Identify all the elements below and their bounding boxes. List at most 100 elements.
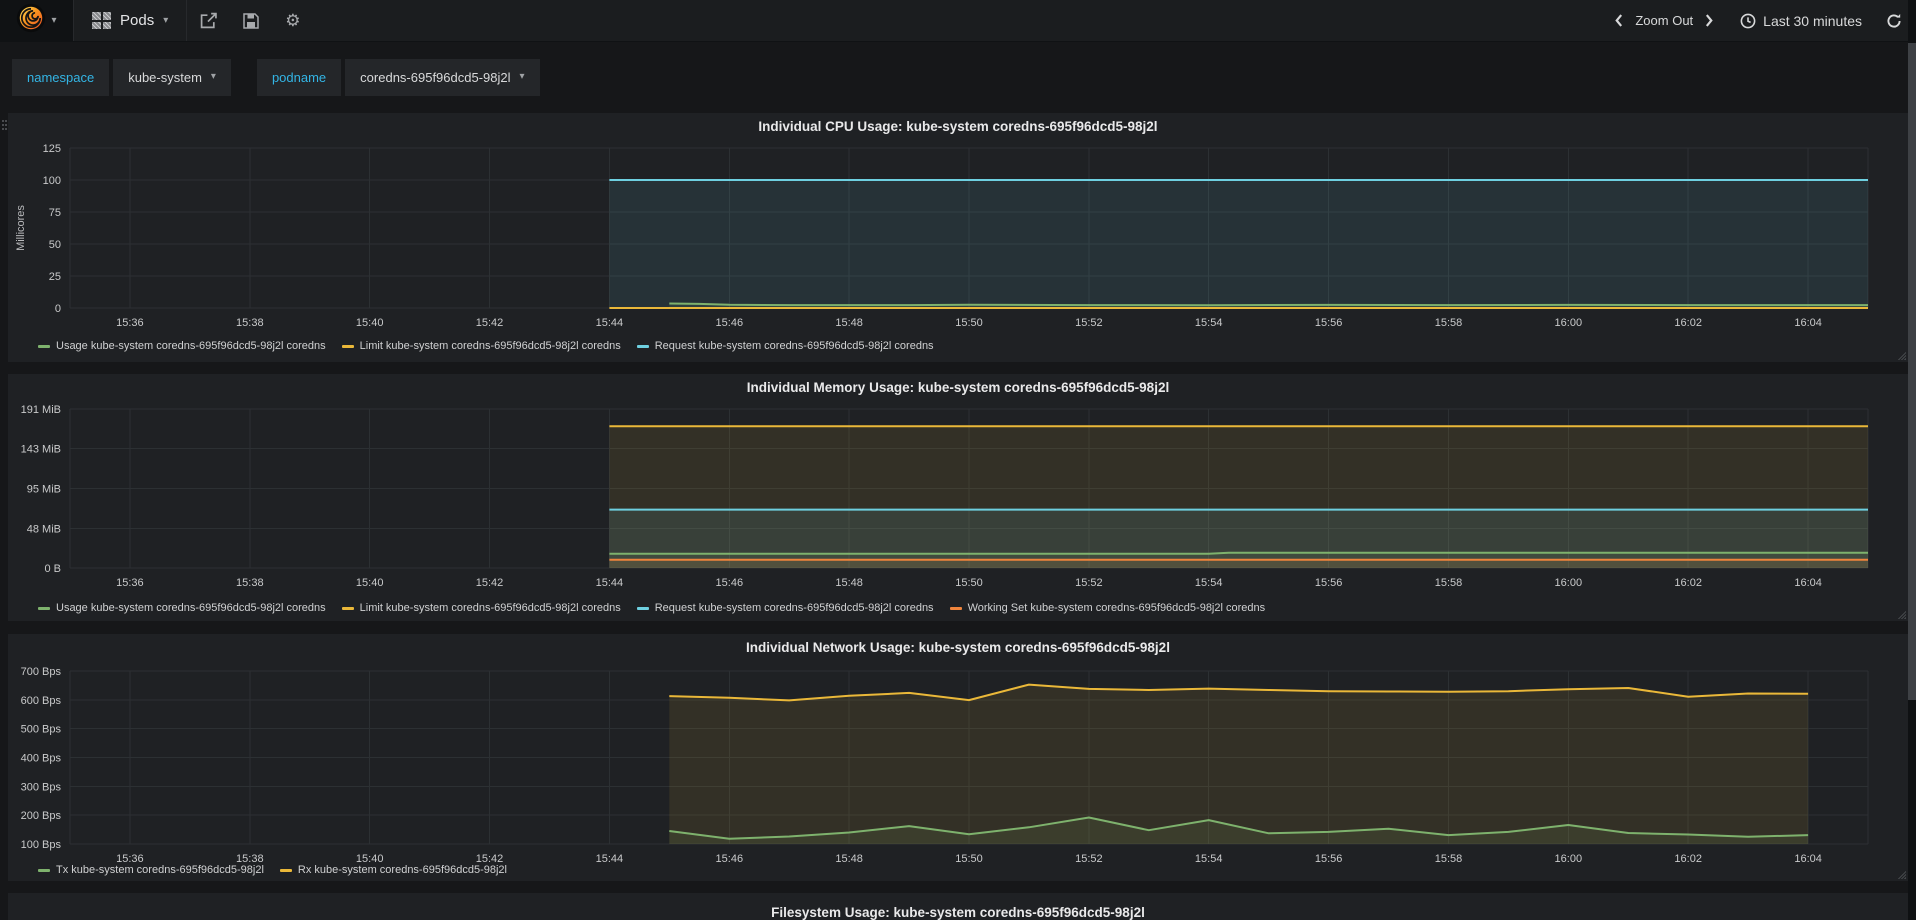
svg-text:300 Bps: 300 Bps	[21, 781, 62, 793]
svg-text:125: 125	[43, 143, 61, 155]
svg-text:15:58: 15:58	[1435, 853, 1463, 865]
svg-text:15:56: 15:56	[1315, 317, 1343, 329]
svg-text:15:42: 15:42	[476, 317, 504, 329]
svg-text:15:58: 15:58	[1435, 317, 1463, 329]
page-scrollbar-track[interactable]	[1908, 0, 1916, 920]
legend-item[interactable]: Request kube-system coredns-695f96dcd5-9…	[636, 340, 934, 352]
panel-drag-handle[interactable]	[1, 118, 8, 138]
time-shift-forward-button[interactable]	[1705, 13, 1714, 28]
svg-text:500 Bps: 500 Bps	[21, 724, 62, 736]
svg-text:75: 75	[49, 207, 61, 219]
save-button[interactable]	[230, 0, 272, 42]
panel-resize-grabber[interactable]	[1897, 870, 1906, 879]
panel-filesystem-title[interactable]: Filesystem Usage: kube-system coredns-69…	[8, 905, 1908, 920]
dashboard-grid-icon	[92, 12, 111, 29]
svg-text:16:00: 16:00	[1555, 577, 1583, 589]
svg-text:16:02: 16:02	[1674, 577, 1702, 589]
legend-series-name: Usage kube-system coredns-695f96dcd5-98j…	[56, 340, 326, 352]
memory-legend: Usage kube-system coredns-695f96dcd5-98j…	[38, 602, 1265, 614]
variable-podname-dropdown[interactable]: coredns-695f96dcd5-98j2l	[345, 58, 540, 96]
series-fill	[609, 180, 1868, 308]
svg-text:15:38: 15:38	[236, 577, 264, 589]
svg-text:15:46: 15:46	[716, 317, 744, 329]
legend-series-color	[636, 344, 649, 348]
time-range-picker[interactable]: Last 30 minutes	[1740, 13, 1862, 29]
svg-text:16:00: 16:00	[1555, 853, 1583, 865]
svg-text:15:50: 15:50	[955, 577, 983, 589]
svg-text:15:44: 15:44	[596, 853, 624, 865]
svg-text:25: 25	[49, 271, 61, 283]
variable-namespace-dropdown[interactable]: kube-system	[113, 58, 231, 96]
legend-series-name: Working Set kube-system coredns-695f96dc…	[967, 602, 1266, 614]
svg-text:15:46: 15:46	[716, 577, 744, 589]
svg-text:16:02: 16:02	[1674, 317, 1702, 329]
svg-text:15:56: 15:56	[1315, 577, 1343, 589]
refresh-button[interactable]	[1886, 13, 1902, 29]
svg-text:15:56: 15:56	[1315, 853, 1343, 865]
legend-series-color	[279, 868, 292, 872]
svg-text:48 MiB: 48 MiB	[27, 523, 61, 535]
settings-button[interactable]: ⚙︎	[272, 0, 313, 42]
legend-item[interactable]: Tx kube-system coredns-695f96dcd5-98j2l	[38, 864, 264, 876]
panel-cpu: Individual CPU Usage: kube-system coredn…	[8, 113, 1908, 362]
svg-text:15:48: 15:48	[835, 317, 863, 329]
legend-series-color	[636, 606, 649, 610]
svg-text:15:50: 15:50	[955, 853, 983, 865]
legend-item[interactable]: Usage kube-system coredns-695f96dcd5-98j…	[38, 602, 326, 614]
panel-resize-grabber[interactable]	[1897, 351, 1906, 360]
chevron-left-icon	[1615, 14, 1623, 27]
svg-text:15:48: 15:48	[835, 577, 863, 589]
grafana-menu-button[interactable]	[0, 0, 74, 41]
legend-series-name: Tx kube-system coredns-695f96dcd5-98j2l	[56, 864, 264, 876]
y-axis-label: Millicores	[15, 205, 27, 251]
series-line[interactable]	[609, 551, 1868, 555]
panel-resize-grabber[interactable]	[1897, 610, 1906, 619]
svg-text:100: 100	[43, 175, 61, 187]
svg-text:600 Bps: 600 Bps	[21, 695, 62, 707]
time-shift-back-button[interactable]	[1614, 13, 1623, 28]
svg-text:15:46: 15:46	[716, 853, 744, 865]
dashboard-picker[interactable]: Pods	[74, 0, 188, 41]
svg-text:15:40: 15:40	[356, 317, 384, 329]
legend-item[interactable]: Limit kube-system coredns-695f96dcd5-98j…	[341, 340, 621, 352]
legend-item[interactable]: Rx kube-system coredns-695f96dcd5-98j2l	[279, 864, 507, 876]
svg-text:400 Bps: 400 Bps	[21, 753, 62, 765]
memory-chart-canvas[interactable]: 0 B 48 MiB 95 MiB 143 MiB 191 MiB 15:36 15:38 1…	[8, 374, 1908, 621]
svg-text:15:44: 15:44	[596, 317, 624, 329]
svg-text:15:42: 15:42	[476, 577, 504, 589]
legend-series-color	[38, 344, 50, 348]
gear-icon: ⚙︎	[285, 10, 301, 30]
grafana-logo-icon	[16, 3, 46, 38]
legend-item[interactable]: Working Set kube-system coredns-695f96dc…	[949, 602, 1266, 614]
svg-text:15:54: 15:54	[1195, 577, 1223, 589]
svg-text:15:52: 15:52	[1075, 577, 1103, 589]
caret-down-icon	[51, 16, 56, 26]
time-range-label: Last 30 minutes	[1763, 12, 1862, 29]
legend-series-color	[38, 606, 50, 610]
share-button[interactable]	[187, 0, 230, 42]
dashboard-submenu: namespace kube-system podname coredns-69…	[0, 42, 1916, 112]
svg-text:15:54: 15:54	[1195, 853, 1223, 865]
svg-text:95 MiB: 95 MiB	[27, 484, 61, 496]
svg-text:15:54: 15:54	[1195, 317, 1223, 329]
svg-text:15:48: 15:48	[835, 853, 863, 865]
svg-text:15:44: 15:44	[596, 577, 624, 589]
legend-item[interactable]: Request kube-system coredns-695f96dcd5-9…	[636, 602, 934, 614]
caret-down-icon	[163, 16, 168, 26]
network-chart-canvas[interactable]: 100 Bps 200 Bps 300 Bps 400 Bps 500 Bps 600 B…	[8, 634, 1908, 881]
legend-item[interactable]: Usage kube-system coredns-695f96dcd5-98j…	[38, 340, 326, 352]
page-scrollbar-thumb[interactable]	[1908, 43, 1916, 700]
svg-text:700 Bps: 700 Bps	[21, 666, 62, 678]
svg-text:0: 0	[55, 303, 61, 315]
legend-series-name: Usage kube-system coredns-695f96dcd5-98j…	[56, 602, 326, 614]
legend-item[interactable]: Limit kube-system coredns-695f96dcd5-98j…	[341, 602, 621, 614]
legend-series-name: Limit kube-system coredns-695f96dcd5-98j…	[359, 340, 621, 352]
legend-series-color	[949, 606, 962, 610]
svg-text:15:40: 15:40	[356, 577, 384, 589]
svg-text:15:52: 15:52	[1075, 853, 1103, 865]
svg-text:15:50: 15:50	[955, 317, 983, 329]
zoom-out-button[interactable]: Zoom Out	[1635, 13, 1693, 28]
legend-series-color	[341, 344, 354, 348]
network-legend: Tx kube-system coredns-695f96dcd5-98j2l R…	[38, 864, 507, 876]
cpu-chart-canvas[interactable]: 0 25 50 75 100 125 15:36 15:38 15:40 15:42 15:44 15…	[8, 113, 1908, 362]
